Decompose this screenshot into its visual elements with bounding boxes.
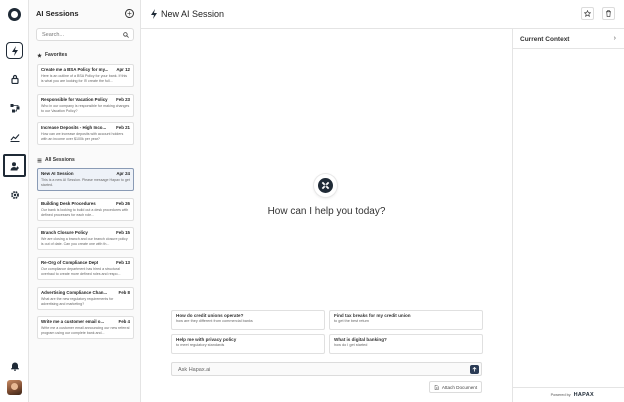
session-date: Feb 26 [116,201,130,206]
session-card-selected[interactable]: New AI Session Apr 24 This is a new AI Se… [37,168,134,191]
delete-button[interactable] [602,7,615,20]
suggestion-card[interactable]: Find tax breaks for my credit union to g… [329,310,483,330]
session-date: Apr 12 [116,67,130,72]
session-title: Increase Deposits - High Inco... [41,125,107,130]
session-title: Re-Org of Compliance Dept [41,260,99,265]
users-nav-icon[interactable] [3,154,26,177]
new-session-plus-icon[interactable]: + [125,9,134,18]
session-desc: This is a new AI Session. Please message… [41,178,130,187]
session-desc: Our compliance department has hired a st… [41,267,121,276]
hapax-logo-icon [314,174,337,197]
ai-sessions-nav-icon[interactable] [6,42,23,59]
context-panel [512,29,624,402]
icon-rail [0,0,29,402]
session-date: Feb 21 [116,125,130,130]
chevron-right-icon[interactable]: › [614,35,616,42]
context-title: Current Context [520,36,570,43]
send-button[interactable] [470,365,479,374]
attach-document-button[interactable]: Attach Document [429,381,482,393]
search-icon[interactable] [123,32,129,38]
session-date: Feb 4 [118,319,130,324]
session-desc: How can we increase deposits with accoun… [41,132,124,141]
chat-input-box [171,362,482,376]
session-title: Advertising Compliance Chan... [41,290,108,295]
favorite-session-card[interactable]: Create me a BSA Policy for my... Apr 12 H… [37,64,134,87]
suggestion-subtitle: how do I get started [334,343,368,347]
list-icon [37,158,42,162]
session-desc: We are closing a branch and our branch c… [41,237,128,246]
suggestion-card[interactable]: How do credit unions operate? how are th… [171,310,325,330]
favorites-label: Favorites [45,52,68,58]
session-desc: Our bank is looking to build out a desk … [41,208,129,217]
bell-icon[interactable] [6,357,23,374]
all-sessions-heading: All Sessions [37,157,75,163]
session-date: Feb 13 [116,260,130,265]
session-title: Building Desk Procedures [41,201,96,206]
context-panel-header: Current Context › [512,29,624,49]
panel-title: AI Sessions [36,9,79,18]
session-card[interactable]: Branch Closure Policy Feb 15 We are closi… [37,227,134,250]
session-title: Create me a BSA Policy for my... [41,67,109,72]
suggestion-card[interactable]: Help me with privacy policy to meet regu… [171,334,325,354]
session-desc: Who in our company is responsible for ma… [41,104,130,113]
trash-icon [606,10,611,17]
session-card[interactable]: Re-Org of Compliance Dept Feb 13 Our comp… [37,257,134,280]
attach-label: Attach Document [441,384,478,390]
session-date: Feb 15 [116,230,130,235]
page-title: New AI Session [161,9,225,19]
attach-file-icon [434,384,439,390]
analytics-nav-icon[interactable] [6,128,23,145]
favorites-heading: Favorites [37,52,67,58]
search-box [36,28,134,41]
lock-nav-icon[interactable] [6,70,23,87]
star-icon [37,52,42,58]
avatar[interactable] [7,380,22,395]
powered-by-footer: Powered by HAPAX [512,387,624,402]
app-logo-icon[interactable] [8,8,21,21]
lightning-icon [151,9,157,19]
send-arrow-icon [472,367,477,372]
session-desc: Here is an outline of a BSA Policy for y… [41,74,128,83]
session-title: Responsible for Vacation Policy [41,97,108,102]
session-desc: What are the new regulatory requirements… [41,297,114,306]
session-date: Apr 24 [116,171,130,176]
suggestion-subtitle: to meet regulatory standards [176,343,225,347]
suggestion-subtitle: to get the best return [334,319,370,323]
all-sessions-label: All Sessions [45,157,75,163]
powered-by-label: Powered by [550,393,571,397]
session-title: New AI Session [41,171,74,176]
suggestion-subtitle: how are they different from commercial b… [176,319,253,323]
chat-input[interactable] [178,365,458,374]
session-card[interactable]: Advertising Compliance Chan... Feb 8 What… [37,287,134,310]
favorite-session-card[interactable]: Responsible for Vacation Policy Feb 23 Wh… [37,94,134,117]
favorite-session-card[interactable]: Increase Deposits - High Inco... Feb 21 H… [37,122,134,145]
settings-gear-icon[interactable] [6,186,23,203]
favorite-star-button[interactable] [581,7,594,20]
greeting-heading: How can I help you today? [267,206,386,217]
session-date: Feb 23 [116,97,130,102]
session-title: Branch Closure Policy [41,230,88,235]
session-date: Feb 8 [118,290,130,295]
session-card[interactable]: Write me a customer email o... Feb 4 Writ… [37,316,134,339]
hapax-brand-logo: HAPAX [573,392,594,398]
suggestion-card[interactable]: What is digital banking? how do I get st… [329,334,483,354]
session-card[interactable]: Building Desk Procedures Feb 26 Our bank … [37,198,134,221]
star-outline-icon [584,10,591,17]
session-desc: Write me a customer email announcing our… [41,326,130,335]
workflow-nav-icon[interactable] [6,99,23,116]
session-title: Write me a customer email o... [41,319,105,324]
search-input[interactable] [42,30,122,40]
